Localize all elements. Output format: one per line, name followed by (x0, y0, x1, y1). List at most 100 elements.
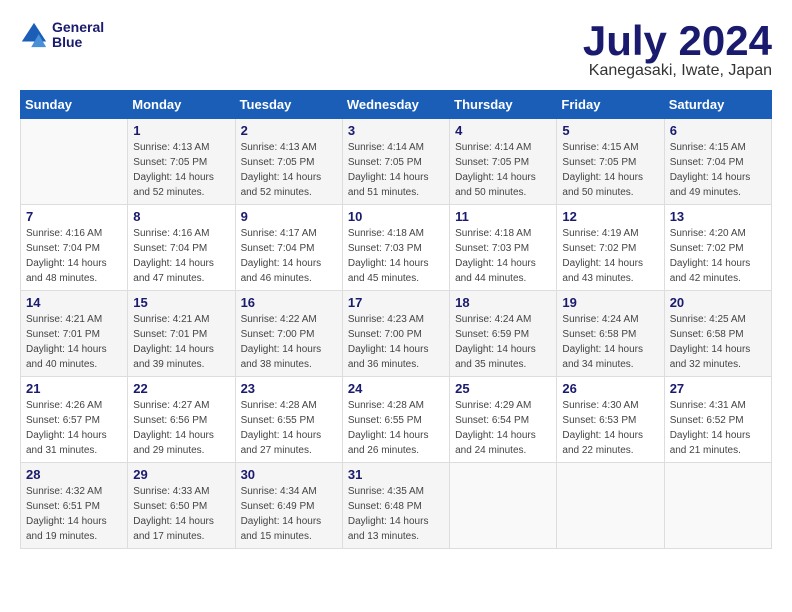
calendar-cell (21, 119, 128, 205)
calendar-week-row: 1 Sunrise: 4:13 AM Sunset: 7:05 PM Daylig… (21, 119, 772, 205)
logo-line1: General (52, 20, 104, 35)
calendar-cell: 25Sunrise: 4:29 AM Sunset: 6:54 PM Dayli… (450, 377, 557, 463)
day-info: Sunrise: 4:15 AM Sunset: 7:05 PM Dayligh… (562, 140, 658, 200)
day-info: Sunrise: 4:15 AM Sunset: 7:04 PM Dayligh… (670, 140, 766, 200)
calendar-cell: 6 Sunrise: 4:15 AM Sunset: 7:04 PM Daylig… (664, 119, 771, 205)
day-number: 10 (348, 209, 444, 224)
calendar-cell: 26 Sunrise: 4:30 AM Sunset: 6:53 PM Dayli… (557, 377, 664, 463)
day-info: Sunrise: 4:22 AM Sunset: 7:00 PM Dayligh… (241, 312, 337, 372)
page-header: General Blue July 2024 Kanegasaki, Iwate… (20, 20, 772, 80)
calendar-cell: 21 Sunrise: 4:26 AM Sunset: 6:57 PM Dayli… (21, 377, 128, 463)
calendar-cell: 11 Sunrise: 4:18 AM Sunset: 7:03 PM Dayli… (450, 205, 557, 291)
calendar-cell: 3 Sunrise: 4:14 AM Sunset: 7:05 PM Daylig… (342, 119, 449, 205)
day-number: 15 (133, 295, 229, 310)
weekday-header: Thursday (450, 91, 557, 119)
day-info: Sunrise: 4:24 AM Sunset: 6:59 PM Dayligh… (455, 312, 551, 372)
calendar-cell: 28 Sunrise: 4:32 AM Sunset: 6:51 PM Dayli… (21, 463, 128, 549)
day-info: Sunrise: 4:28 AM Sunset: 6:55 PM Dayligh… (241, 398, 337, 458)
logo-text: General Blue (52, 20, 104, 51)
calendar-cell: 27 Sunrise: 4:31 AM Sunset: 6:52 PM Dayli… (664, 377, 771, 463)
day-number: 22 (133, 381, 229, 396)
weekday-row: SundayMondayTuesdayWednesdayThursdayFrid… (21, 91, 772, 119)
weekday-header: Friday (557, 91, 664, 119)
title-section: July 2024 Kanegasaki, Iwate, Japan (583, 20, 772, 80)
day-info: Sunrise: 4:30 AM Sunset: 6:53 PM Dayligh… (562, 398, 658, 458)
calendar-cell: 24Sunrise: 4:28 AM Sunset: 6:55 PM Dayli… (342, 377, 449, 463)
calendar-cell: 2Sunrise: 4:13 AM Sunset: 7:05 PM Daylig… (235, 119, 342, 205)
weekday-header: Monday (128, 91, 235, 119)
day-info: Sunrise: 4:34 AM Sunset: 6:49 PM Dayligh… (241, 484, 337, 544)
calendar-cell: 29Sunrise: 4:33 AM Sunset: 6:50 PM Dayli… (128, 463, 235, 549)
calendar-cell: 19Sunrise: 4:24 AM Sunset: 6:58 PM Dayli… (557, 291, 664, 377)
calendar-week-row: 7 Sunrise: 4:16 AM Sunset: 7:04 PM Daylig… (21, 205, 772, 291)
day-number: 26 (562, 381, 658, 396)
weekday-header: Tuesday (235, 91, 342, 119)
calendar-cell: 1 Sunrise: 4:13 AM Sunset: 7:05 PM Daylig… (128, 119, 235, 205)
day-number: 29 (133, 467, 229, 482)
day-number: 11 (455, 209, 551, 224)
calendar-week-row: 21 Sunrise: 4:26 AM Sunset: 6:57 PM Dayli… (21, 377, 772, 463)
day-info: Sunrise: 4:17 AM Sunset: 7:04 PM Dayligh… (241, 226, 337, 286)
calendar-cell (664, 463, 771, 549)
calendar-cell: 10 Sunrise: 4:18 AM Sunset: 7:03 PM Dayli… (342, 205, 449, 291)
calendar-cell: 30 Sunrise: 4:34 AM Sunset: 6:49 PM Dayli… (235, 463, 342, 549)
day-number: 12 (562, 209, 658, 224)
day-number: 21 (26, 381, 122, 396)
calendar-cell: 4 Sunrise: 4:14 AM Sunset: 7:05 PM Daylig… (450, 119, 557, 205)
day-number: 4 (455, 123, 551, 138)
day-info: Sunrise: 4:25 AM Sunset: 6:58 PM Dayligh… (670, 312, 766, 372)
day-info: Sunrise: 4:35 AM Sunset: 6:48 PM Dayligh… (348, 484, 444, 544)
day-info: Sunrise: 4:28 AM Sunset: 6:55 PM Dayligh… (348, 398, 444, 458)
location-title: Kanegasaki, Iwate, Japan (583, 62, 772, 80)
calendar-cell: 14Sunrise: 4:21 AM Sunset: 7:01 PM Dayli… (21, 291, 128, 377)
logo: General Blue (20, 20, 104, 51)
day-number: 19 (562, 295, 658, 310)
day-number: 30 (241, 467, 337, 482)
calendar-cell: 5 Sunrise: 4:15 AM Sunset: 7:05 PM Daylig… (557, 119, 664, 205)
weekday-header: Sunday (21, 91, 128, 119)
logo-line2: Blue (52, 35, 104, 50)
day-number: 23 (241, 381, 337, 396)
day-number: 8 (133, 209, 229, 224)
day-number: 2 (241, 123, 337, 138)
calendar-cell: 12 Sunrise: 4:19 AM Sunset: 7:02 PM Dayli… (557, 205, 664, 291)
day-info: Sunrise: 4:14 AM Sunset: 7:05 PM Dayligh… (455, 140, 551, 200)
day-number: 20 (670, 295, 766, 310)
day-number: 25 (455, 381, 551, 396)
day-number: 16 (241, 295, 337, 310)
day-info: Sunrise: 4:26 AM Sunset: 6:57 PM Dayligh… (26, 398, 122, 458)
calendar-cell: 9 Sunrise: 4:17 AM Sunset: 7:04 PM Daylig… (235, 205, 342, 291)
calendar-cell (557, 463, 664, 549)
day-number: 7 (26, 209, 122, 224)
calendar-cell: 20 Sunrise: 4:25 AM Sunset: 6:58 PM Dayli… (664, 291, 771, 377)
day-info: Sunrise: 4:18 AM Sunset: 7:03 PM Dayligh… (455, 226, 551, 286)
day-number: 6 (670, 123, 766, 138)
day-info: Sunrise: 4:18 AM Sunset: 7:03 PM Dayligh… (348, 226, 444, 286)
calendar-cell: 8Sunrise: 4:16 AM Sunset: 7:04 PM Daylig… (128, 205, 235, 291)
day-number: 1 (133, 123, 229, 138)
calendar-cell: 22 Sunrise: 4:27 AM Sunset: 6:56 PM Dayli… (128, 377, 235, 463)
weekday-header: Saturday (664, 91, 771, 119)
day-info: Sunrise: 4:19 AM Sunset: 7:02 PM Dayligh… (562, 226, 658, 286)
calendar-cell (450, 463, 557, 549)
day-number: 13 (670, 209, 766, 224)
day-number: 18 (455, 295, 551, 310)
day-info: Sunrise: 4:16 AM Sunset: 7:04 PM Dayligh… (26, 226, 122, 286)
logo-icon (20, 21, 48, 49)
calendar-week-row: 28 Sunrise: 4:32 AM Sunset: 6:51 PM Dayli… (21, 463, 772, 549)
calendar-table: SundayMondayTuesdayWednesdayThursdayFrid… (20, 90, 772, 549)
day-number: 27 (670, 381, 766, 396)
day-number: 28 (26, 467, 122, 482)
calendar-body: 1 Sunrise: 4:13 AM Sunset: 7:05 PM Daylig… (21, 119, 772, 549)
day-number: 5 (562, 123, 658, 138)
day-number: 3 (348, 123, 444, 138)
day-info: Sunrise: 4:31 AM Sunset: 6:52 PM Dayligh… (670, 398, 766, 458)
day-info: Sunrise: 4:13 AM Sunset: 7:05 PM Dayligh… (133, 140, 229, 200)
day-info: Sunrise: 4:32 AM Sunset: 6:51 PM Dayligh… (26, 484, 122, 544)
day-info: Sunrise: 4:14 AM Sunset: 7:05 PM Dayligh… (348, 140, 444, 200)
day-number: 14 (26, 295, 122, 310)
calendar-cell: 7 Sunrise: 4:16 AM Sunset: 7:04 PM Daylig… (21, 205, 128, 291)
day-number: 31 (348, 467, 444, 482)
day-number: 9 (241, 209, 337, 224)
day-info: Sunrise: 4:27 AM Sunset: 6:56 PM Dayligh… (133, 398, 229, 458)
